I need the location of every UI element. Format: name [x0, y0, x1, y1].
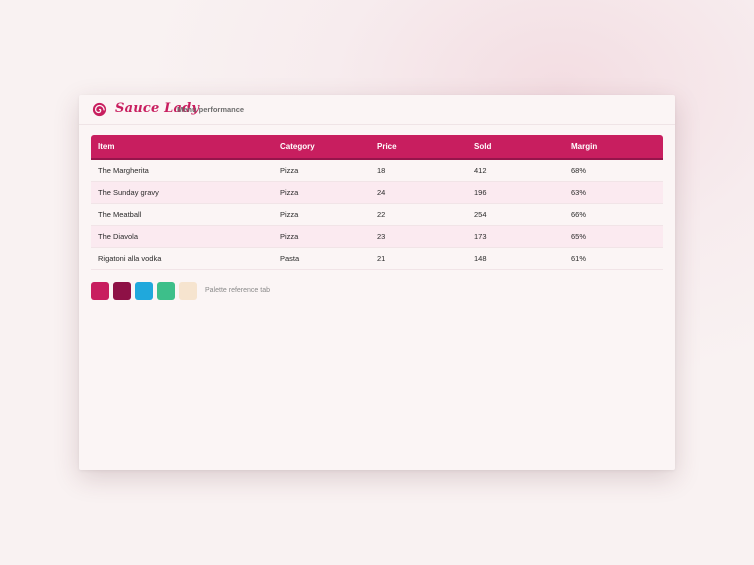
table-row[interactable]: Rigatoni alla vodka Pasta 21 148 61% [91, 247, 663, 270]
cell-margin: 61% [564, 247, 663, 270]
cell-sold: 254 [467, 203, 564, 226]
page-subtitle: Menu performance [177, 105, 245, 114]
menu-performance-table: Item Category Price Sold Margin The Marg… [91, 135, 663, 270]
cell-item: Rigatoni alla vodka [91, 247, 273, 270]
cell-category: Pizza [273, 181, 370, 204]
cell-category: Pizza [273, 159, 370, 182]
cell-price: 18 [370, 159, 467, 182]
cell-margin: 68% [564, 159, 663, 182]
cell-margin: 63% [564, 181, 663, 204]
swirl-logo-icon [92, 102, 107, 117]
cell-price: 24 [370, 181, 467, 204]
table-row[interactable]: The Margherita Pizza 18 412 68% [91, 159, 663, 182]
cell-category: Pasta [273, 247, 370, 270]
cell-margin: 65% [564, 225, 663, 248]
column-header-item[interactable]: Item [91, 135, 273, 160]
cell-sold: 196 [467, 181, 564, 204]
cell-sold: 173 [467, 225, 564, 248]
column-header-sold[interactable]: Sold [467, 135, 564, 160]
cell-item: The Margherita [91, 159, 273, 182]
cell-category: Pizza [273, 225, 370, 248]
table-row[interactable]: The Meatball Pizza 22 254 66% [91, 203, 663, 226]
palette-swatch-4[interactable] [157, 282, 175, 300]
cell-category: Pizza [273, 203, 370, 226]
column-header-margin[interactable]: Margin [564, 135, 663, 160]
column-header-price[interactable]: Price [370, 135, 467, 160]
cell-item: The Sunday gravy [91, 181, 273, 204]
app-header: Sauce Lady Menu performance [79, 95, 675, 125]
cell-sold: 412 [467, 159, 564, 182]
palette-swatch-3[interactable] [135, 282, 153, 300]
table-row[interactable]: The Diavola Pizza 23 173 65% [91, 225, 663, 248]
cell-sold: 148 [467, 247, 564, 270]
palette-reference-label: Palette reference tab [205, 287, 270, 294]
cell-price: 22 [370, 203, 467, 226]
cell-item: The Diavola [91, 225, 273, 248]
table-header-row: Item Category Price Sold Margin [91, 135, 663, 160]
palette-swatch-1[interactable] [91, 282, 109, 300]
table-row[interactable]: The Sunday gravy Pizza 24 196 63% [91, 181, 663, 204]
cell-margin: 66% [564, 203, 663, 226]
cell-price: 21 [370, 247, 467, 270]
cell-price: 23 [370, 225, 467, 248]
cell-item: The Meatball [91, 203, 273, 226]
palette-swatch-5[interactable] [179, 282, 197, 300]
app-window: Sauce Lady Menu performance Item Categor… [79, 95, 675, 470]
column-header-category[interactable]: Category [273, 135, 370, 160]
palette-swatch-2[interactable] [113, 282, 131, 300]
